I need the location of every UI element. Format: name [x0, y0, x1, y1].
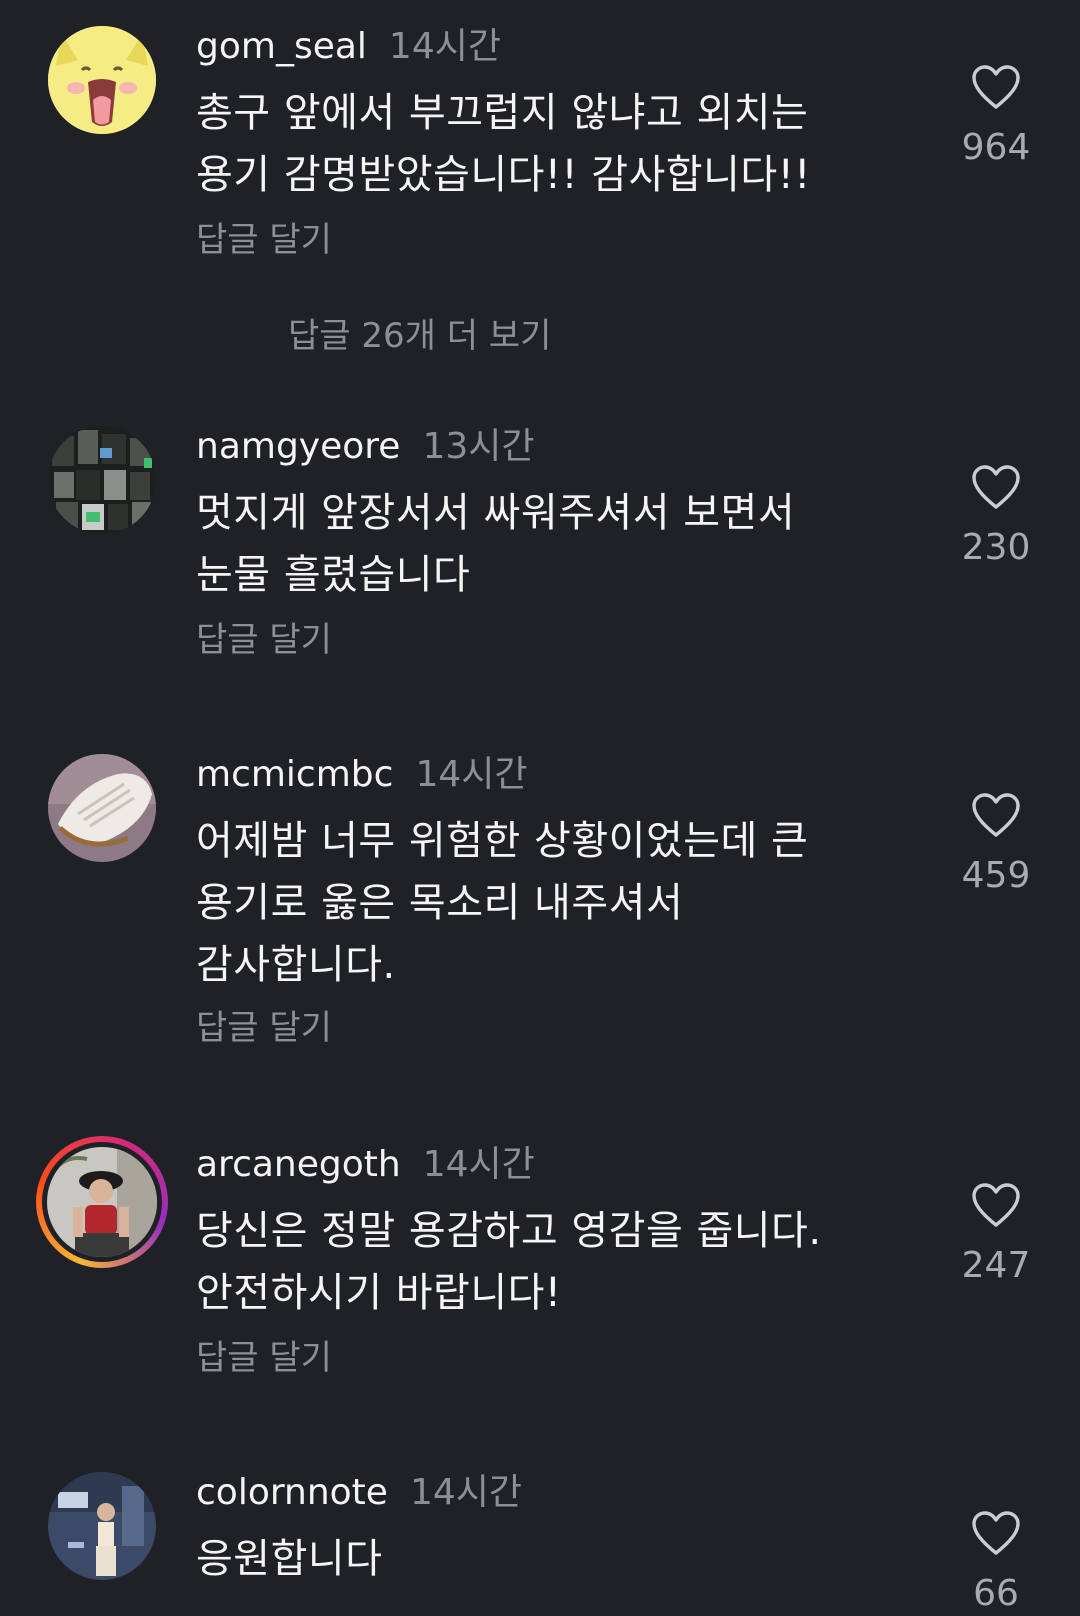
comment-text-line: 어제밤 너무 위험한 상황이었는데 큰 — [196, 818, 809, 864]
sneaker-photo-avatar-icon — [48, 754, 156, 862]
timestamp: 14시간 — [415, 754, 528, 795]
comment-text-line: 멋지게 앞장서서 싸워주셔서 보면서 — [196, 490, 796, 536]
heart-outline-icon — [972, 793, 1020, 837]
like-button[interactable]: 66 — [956, 1510, 1036, 1616]
comment-meta: gom_seal 14시간 — [196, 24, 501, 70]
person-photo-avatar-icon — [47, 1147, 157, 1257]
comment-text: 응원합니다 — [196, 1528, 876, 1590]
username[interactable]: mcmicmbc — [196, 754, 393, 795]
view-more-replies-button[interactable]: 답글 26개 더 보기 — [288, 314, 551, 358]
like-count: 230 — [961, 527, 1031, 568]
comment-text-line: 눈물 흘렸습니다 — [196, 552, 471, 598]
heart-outline-icon — [972, 1511, 1020, 1555]
timestamp: 13시간 — [422, 426, 535, 467]
heart-outline-icon — [972, 1183, 1020, 1227]
comment-text-line: 응원합니다 — [196, 1536, 383, 1582]
story-ring — [42, 1142, 162, 1262]
comment-text-line: 총구 앞에서 부끄럽지 않냐고 외치는 — [196, 90, 809, 136]
avatar[interactable] — [48, 26, 156, 134]
comment-text-line: 안전하시기 바랍니다! — [196, 1270, 562, 1316]
dancer-photo-avatar-icon — [48, 1472, 156, 1580]
comment-meta: arcanegoth 14시간 — [196, 1142, 535, 1188]
avatar[interactable] — [48, 754, 156, 862]
username[interactable]: gom_seal — [196, 26, 367, 67]
reply-button[interactable]: 답글 달기 — [196, 218, 332, 262]
comment-meta: colornnote 14시간 — [196, 1470, 522, 1516]
comment-text-line: 감사합니다. — [196, 942, 396, 988]
comment-text: 당신은 정말 용감하고 영감을 줍니다. 안전하시기 바랍니다! — [196, 1200, 876, 1324]
comment-text: 어제밤 너무 위험한 상황이었는데 큰 용기로 옳은 목소리 내주셔서 감사합니… — [196, 810, 876, 996]
avatar[interactable] — [48, 1472, 156, 1580]
group-photo-avatar-icon — [48, 426, 156, 534]
like-count: 459 — [961, 855, 1031, 896]
timestamp: 14시간 — [388, 26, 501, 67]
avatar[interactable] — [36, 1136, 168, 1268]
username[interactable]: namgyeore — [196, 426, 400, 467]
heart-outline-icon — [972, 65, 1020, 109]
comment-meta: namgyeore 13시간 — [196, 424, 535, 470]
yellow-cartoon-avatar-icon — [48, 26, 156, 134]
like-button[interactable]: 230 — [956, 464, 1036, 570]
comment-text: 멋지게 앞장서서 싸워주셔서 보면서 눈물 흘렸습니다 — [196, 482, 876, 606]
comment-text: 총구 앞에서 부끄럽지 않냐고 외치는 용기 감명받았습니다!! 감사합니다!! — [196, 82, 876, 206]
comment-text-line: 용기로 옳은 목소리 내주셔서 — [196, 880, 684, 926]
like-button[interactable]: 459 — [956, 792, 1036, 898]
like-count: 66 — [973, 1573, 1019, 1614]
reply-button[interactable]: 답글 달기 — [196, 1006, 332, 1050]
reply-button[interactable]: 답글 달기 — [196, 1336, 332, 1380]
like-button[interactable]: 247 — [956, 1182, 1036, 1288]
username[interactable]: colornnote — [196, 1472, 388, 1513]
comment-text-line: 당신은 정말 용감하고 영감을 줍니다. — [196, 1208, 822, 1254]
avatar[interactable] — [48, 426, 156, 534]
comment-text-line: 용기 감명받았습니다!! 감사합니다!! — [196, 152, 811, 198]
heart-outline-icon — [972, 465, 1020, 509]
reply-button[interactable]: 답글 달기 — [196, 618, 332, 662]
timestamp: 14시간 — [422, 1144, 535, 1185]
like-count: 964 — [961, 127, 1031, 168]
like-button[interactable]: 964 — [956, 64, 1036, 170]
like-count: 247 — [961, 1245, 1031, 1286]
avatar-photo — [47, 1147, 157, 1257]
comment-meta: mcmicmbc 14시간 — [196, 752, 528, 798]
username[interactable]: arcanegoth — [196, 1144, 401, 1185]
timestamp: 14시간 — [409, 1472, 522, 1513]
